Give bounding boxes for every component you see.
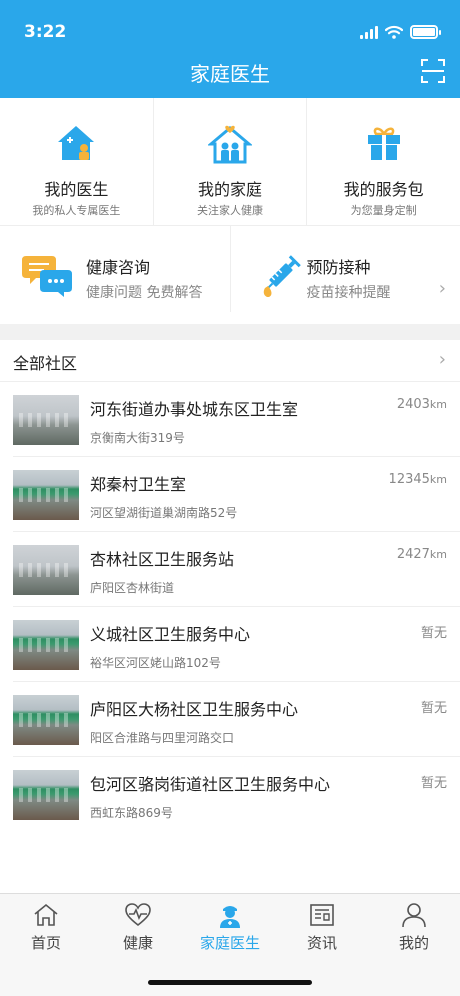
clinic-address: 京衡南大街319号 — [90, 431, 185, 445]
clinic-distance: 暂无 — [421, 622, 447, 641]
clinic-distance: 12345km — [389, 472, 447, 487]
clinic-distance: 暂无 — [421, 697, 447, 716]
list-item[interactable]: 庐阳区大杨社区卫生服务中心 阳区合淮路与四里河路交口 暂无 — [13, 682, 460, 757]
home-icon — [34, 903, 58, 926]
clinic-name: 义城社区卫生服务中心 — [90, 625, 251, 644]
distance-value: 暂无 — [420, 626, 447, 641]
syringe-icon — [263, 255, 301, 297]
clinic-thumbnail — [13, 620, 79, 670]
clinic-address: 阳区合淮路与四里河路交口 — [90, 731, 235, 745]
clinic-thumbnail — [13, 695, 79, 745]
clinic-thumbnail — [13, 770, 79, 820]
list-item[interactable]: 包河区骆岗街道社区卫生服务中心 西虹东路869号 暂无 — [13, 757, 460, 832]
clinic-name: 包河区骆岗街道社区卫生服务中心 — [90, 775, 331, 794]
feature-title: 我的医生 — [44, 180, 109, 199]
community-header[interactable]: 全部社区 › — [0, 340, 460, 382]
distance-value: 暂无 — [420, 701, 447, 716]
tab-profile[interactable]: 我的 — [368, 894, 460, 964]
clinic-name: 河东街道办事处城东区卫生室 — [90, 400, 299, 419]
home-indicator — [148, 980, 312, 985]
chevron-right-icon: › — [438, 349, 446, 370]
service-subtitle: 健康问题 免费解答 — [86, 285, 203, 301]
clinic-distance: 2427km — [397, 547, 447, 562]
tab-family-doctor[interactable]: 家庭医生 — [184, 894, 276, 964]
scan-icon[interactable] — [420, 58, 446, 84]
family-house-icon — [208, 125, 252, 164]
service-title: 预防接种 — [306, 258, 371, 277]
page-title: 家庭医生 — [190, 62, 270, 86]
battery-icon — [410, 25, 441, 39]
tab-label: 家庭医生 — [199, 934, 260, 952]
my-family-entry[interactable]: 我的家庭 关注家人健康 — [152, 98, 307, 225]
chevron-right-icon: › — [438, 278, 446, 299]
feature-subtitle: 关注家人健康 — [197, 204, 263, 217]
service-row: 健康咨询 健康问题 免费解答 预防接种 疫苗接种提醒 › — [0, 226, 460, 312]
clinic-name: 郑秦村卫生室 — [90, 475, 187, 494]
distance-unit: km — [429, 473, 447, 486]
health-consult-entry[interactable]: 健康咨询 健康问题 免费解答 — [0, 226, 230, 312]
tab-health[interactable]: 健康 — [92, 894, 184, 964]
status-icons — [360, 25, 441, 39]
list-item[interactable]: 杏林社区卫生服务站 庐阳区杏林街道 2427km — [13, 532, 460, 607]
status-time: 3:22 — [24, 22, 67, 42]
doctor-icon — [220, 906, 240, 928]
feature-title: 我的服务包 — [343, 180, 424, 199]
feature-row: 我的医生 我的私人专属医生 我的家庭 关注家人健康 我的服务包 为您量身定制 — [0, 98, 460, 226]
clinic-name: 杏林社区卫生服务站 — [90, 550, 235, 569]
tab-label: 首页 — [30, 934, 61, 952]
feature-subtitle: 我的私人专属医生 — [32, 204, 121, 217]
distance-value: 12345 — [388, 472, 430, 487]
distance-value: 暂无 — [420, 776, 447, 791]
vaccination-entry[interactable]: 预防接种 疫苗接种提醒 › — [229, 226, 460, 312]
tab-home[interactable]: 首页 — [0, 894, 92, 964]
distance-value: 2427 — [396, 547, 430, 562]
wifi-icon — [385, 25, 403, 39]
community-section: 全部社区 › 河东街道办事处城东区卫生室 京衡南大街319号 2403km 郑秦… — [0, 340, 460, 893]
tab-label: 我的 — [398, 934, 429, 952]
clinic-address: 河区望湖街道巢湖南路52号 — [90, 506, 238, 520]
service-title: 健康咨询 — [86, 258, 151, 277]
my-service-package-entry[interactable]: 我的服务包 为您量身定制 — [306, 98, 460, 225]
clinic-distance: 暂无 — [421, 772, 447, 791]
feature-panel: 我的医生 我的私人专属医生 我的家庭 关注家人健康 我的服务包 为您量身定制 健… — [0, 98, 460, 324]
feature-title: 我的家庭 — [198, 180, 263, 199]
feature-subtitle: 为您量身定制 — [350, 204, 417, 217]
distance-unit: km — [429, 548, 447, 561]
news-icon — [310, 904, 334, 926]
my-doctor-entry[interactable]: 我的医生 我的私人专属医生 — [0, 98, 153, 225]
tab-news[interactable]: 资讯 — [276, 894, 368, 964]
clinic-address: 裕华区河区姥山路102号 — [90, 656, 221, 670]
tab-label: 资讯 — [306, 934, 337, 952]
heartbeat-icon — [125, 903, 151, 927]
app-header: 3:22 家庭医生 — [0, 0, 460, 98]
clinic-address: 西虹东路869号 — [90, 806, 173, 820]
tab-label: 健康 — [122, 934, 153, 952]
gift-icon — [367, 127, 400, 160]
list-item[interactable]: 义城社区卫生服务中心 裕华区河区姥山路102号 暂无 — [13, 607, 460, 682]
list-item[interactable]: 河东街道办事处城东区卫生室 京衡南大街319号 2403km — [13, 382, 460, 457]
distance-value: 2403 — [396, 397, 430, 412]
chat-bubbles-icon — [22, 256, 72, 297]
list-item[interactable]: 郑秦村卫生室 河区望湖街道巢湖南路52号 12345km — [13, 457, 460, 532]
doctor-house-icon — [58, 126, 95, 160]
cellular-signal-icon — [360, 25, 378, 39]
clinic-thumbnail — [13, 470, 79, 520]
service-subtitle: 疫苗接种提醒 — [306, 285, 391, 301]
clinic-distance: 2403km — [397, 397, 447, 412]
clinic-thumbnail — [13, 545, 79, 595]
clinic-name: 庐阳区大杨社区卫生服务中心 — [90, 700, 299, 719]
section-title: 全部社区 — [13, 354, 78, 373]
clinic-address: 庐阳区杏林街道 — [90, 581, 175, 595]
clinic-thumbnail — [13, 395, 79, 445]
distance-unit: km — [429, 398, 447, 411]
profile-icon — [402, 903, 426, 928]
